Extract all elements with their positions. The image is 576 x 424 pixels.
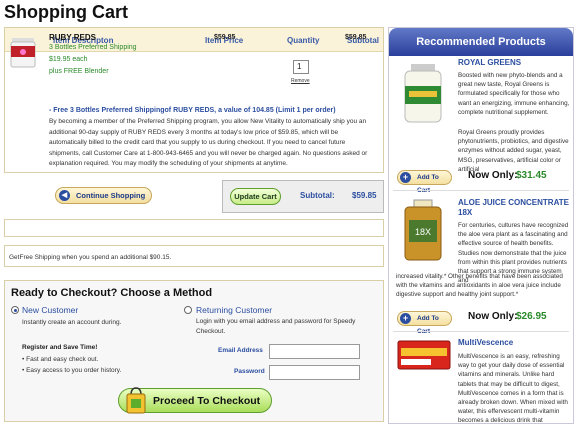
multivescence-product-image[interactable] [397,340,451,370]
product-name[interactable]: RUBY REDS [49,33,96,42]
product-description-more: Royal Greens proudly provides phytonutri… [458,129,569,173]
checkout-title: Ready to Checkout? Choose a Method [11,287,213,299]
password-field[interactable] [269,365,360,380]
product-price: $26.95 [516,311,547,322]
ruby-reds-product-image[interactable] [10,36,36,68]
column-header-quantity: Quantity [287,36,320,45]
empty-bar [4,219,384,237]
shipping-note: GetFree Shipping when you spend an addit… [9,254,172,261]
product-option-line: $19.95 each [49,56,88,63]
divider [393,331,569,332]
returning-customer-title[interactable]: Returning Customer [196,305,272,315]
add-to-cart-button[interactable]: +Add To Cart [397,170,452,194]
new-customer-desc: Instantly create an account during. [22,319,122,326]
now-only-label: Now Only: [468,170,518,181]
offer-text: By becoming a member of the Preferred Sh… [49,118,368,167]
product-description-more: increased vitality.* Other benefits that… [396,273,563,299]
proceed-to-checkout-label: Proceed To Checkout [153,395,261,407]
item-price: $59.85 [214,34,236,41]
shopping-bag-icon [126,387,146,414]
register-title: Register and Save Time! [22,344,98,351]
royal-greens-product-image[interactable] [401,62,445,124]
continue-shopping-label: Continue Shopping [76,191,146,200]
quantity-input[interactable]: 1 [293,60,309,74]
arrow-left-icon: ◀ [59,190,70,201]
update-cart-button[interactable]: Update Cart [230,188,281,205]
proceed-to-checkout-button[interactable]: Proceed To Checkout [118,387,272,414]
subtotal-value: $59.85 [352,191,377,200]
new-customer-radio[interactable] [11,306,19,314]
product-name[interactable]: ALOE JUICE CONCENTRATE 18X [458,198,573,218]
email-field[interactable] [269,344,360,359]
email-label: Email Address [218,347,263,354]
product-name[interactable]: MultiVescence [458,338,513,348]
plus-icon: + [400,172,411,183]
recommended-products-panel: Recommended Products ROYAL GREENS Booste… [388,27,574,424]
recommended-products-title: Recommended Products [389,28,573,56]
continue-shopping-button[interactable]: ◀ Continue Shopping [55,187,152,204]
subtotal-label: Subtotal: [300,191,335,200]
register-bullet: • Easy access to you order history. [22,367,122,374]
product-option-line: 3 Bottles Preferred Shipping [49,44,137,51]
divider [393,190,569,191]
product-description: Boosted with new phyto-blends and a grea… [458,72,570,116]
password-label: Password [234,368,265,375]
offer-title: - Free 3 Bottles Preferred Shippingof RU… [49,107,336,114]
aloe-label-text: 18X [415,227,431,237]
product-name[interactable]: ROYAL GREENS [458,58,521,68]
remove-link[interactable]: Remove [291,78,310,84]
aloe-juice-product-image[interactable]: 18X [401,198,445,262]
add-to-cart-button[interactable]: +Add To Cart [397,311,452,335]
plus-icon: + [400,313,411,324]
new-customer-title[interactable]: New Customer [22,305,78,315]
returning-customer-desc: Login with you email address and passwor… [196,318,356,335]
now-only-label: Now Only: [468,311,518,322]
register-bullet: • Fast and easy check out. [22,356,99,363]
returning-customer-radio[interactable] [184,306,192,314]
item-subtotal: $59.85 [345,34,367,41]
product-price: $31.45 [516,170,547,181]
page-title: Shopping Cart [4,2,128,22]
product-description: MultiVescence is an easy, refreshing way… [458,353,568,424]
product-option-line: plus FREE Blender [49,68,109,75]
